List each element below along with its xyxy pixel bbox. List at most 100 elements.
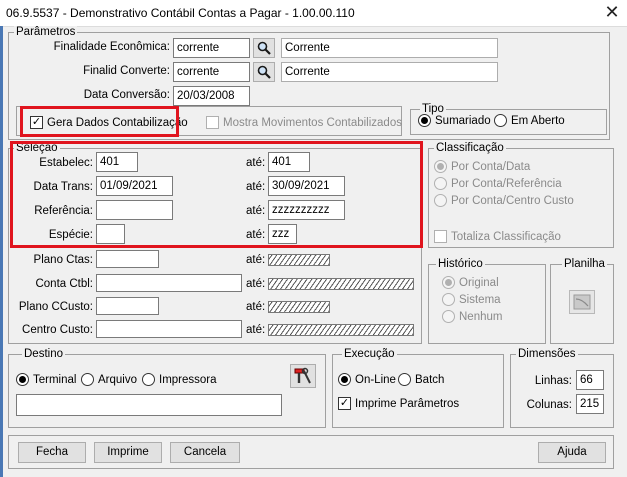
centro-custo-from-input[interactable] bbox=[96, 320, 242, 338]
plano-ccusto-label: Plano CCusto: bbox=[18, 301, 93, 313]
conta-ctbl-ate-label: até: bbox=[246, 278, 266, 290]
classificacao-option-label: Por Conta/Data bbox=[451, 160, 531, 173]
centro-custo-ate-label: até: bbox=[246, 324, 266, 336]
radio-icon bbox=[442, 310, 455, 323]
destino-option-impressora[interactable]: Impressora bbox=[142, 373, 217, 386]
finalidade-label: Finalidade Econômica: bbox=[53, 41, 170, 53]
tipo-option-sumariado[interactable]: Sumariado bbox=[418, 114, 491, 127]
plano-ctas-ate-label: até: bbox=[246, 254, 266, 266]
classificacao-option-label: Por Conta/Centro Custo bbox=[451, 194, 574, 207]
colunas-label: Colunas: bbox=[526, 399, 572, 411]
tipo-option-em-aberto[interactable]: Em Aberto bbox=[494, 114, 565, 127]
radio-icon bbox=[142, 373, 155, 386]
finalidade-input[interactable]: corrente bbox=[173, 38, 250, 58]
classificacao-option-conta-centro-custo[interactable]: Por Conta/Centro Custo bbox=[434, 194, 574, 207]
execucao-option-label: On-Line bbox=[355, 373, 396, 386]
plano-ccusto-from-input[interactable] bbox=[96, 297, 159, 315]
highlight-gera-dados bbox=[20, 106, 179, 137]
window-left-edge bbox=[0, 26, 3, 477]
plano-ccusto-to-masked[interactable] bbox=[268, 301, 330, 313]
window-title: 06.9.5537 - Demonstrativo Contábil Conta… bbox=[6, 6, 355, 20]
planilha-group-label: Planilha bbox=[562, 258, 607, 270]
tipo-option-label: Sumariado bbox=[435, 114, 491, 127]
radio-icon bbox=[434, 194, 447, 207]
radio-icon bbox=[442, 276, 455, 289]
imprime-parametros-check-icon: ✓ bbox=[338, 397, 351, 410]
historico-option-sistema[interactable]: Sistema bbox=[442, 293, 501, 306]
radio-icon bbox=[494, 114, 507, 127]
ajuda-button[interactable]: Ajuda bbox=[538, 442, 606, 463]
plano-ccusto-ate-label: até: bbox=[246, 301, 266, 313]
historico-option-original[interactable]: Original bbox=[442, 276, 499, 289]
radio-icon bbox=[398, 373, 411, 386]
classificacao-option-conta-referencia[interactable]: Por Conta/Referência bbox=[434, 177, 562, 190]
imprime-parametros-label: Imprime Parâmetros bbox=[355, 397, 460, 410]
tipo-option-label: Em Aberto bbox=[511, 114, 565, 127]
fecha-button[interactable]: Fecha bbox=[18, 442, 86, 463]
classificacao-option-conta-data[interactable]: Por Conta/Data bbox=[434, 160, 530, 173]
destino-option-label: Terminal bbox=[33, 373, 77, 386]
finalidade-search-button[interactable] bbox=[253, 38, 275, 58]
tools-icon bbox=[294, 367, 311, 384]
plano-ctas-to-masked[interactable] bbox=[268, 254, 330, 266]
destino-path-input[interactable] bbox=[16, 394, 282, 416]
finalidade-description: Corrente bbox=[281, 38, 498, 58]
historico-option-label: Nenhum bbox=[459, 310, 503, 323]
radio-icon bbox=[418, 114, 431, 127]
imprime-parametros-checkbox[interactable]: ✓ Imprime Parâmetros bbox=[338, 397, 459, 410]
planilha-button[interactable] bbox=[569, 290, 595, 314]
imprime-button[interactable]: Imprime bbox=[94, 442, 162, 463]
destino-group-label: Destino bbox=[22, 348, 65, 360]
linhas-input[interactable]: 66 bbox=[576, 370, 604, 390]
highlight-selecao bbox=[10, 141, 423, 248]
spreadsheet-icon bbox=[573, 294, 591, 310]
radio-icon bbox=[434, 160, 447, 173]
historico-group-label: Histórico bbox=[436, 258, 485, 270]
mostra-movimentos-check-icon bbox=[206, 116, 219, 129]
historico-option-label: Sistema bbox=[459, 293, 501, 306]
destino-option-label: Impressora bbox=[159, 373, 217, 386]
radio-icon bbox=[442, 293, 455, 306]
finalid-converte-input[interactable]: corrente bbox=[173, 62, 250, 82]
title-bar: 06.9.5537 - Demonstrativo Contábil Conta… bbox=[0, 0, 627, 26]
plano-ctas-from-input[interactable] bbox=[96, 250, 159, 268]
magnifier-icon bbox=[257, 41, 271, 55]
mostra-movimentos-checkbox[interactable]: Mostra Movimentos Contabilizados bbox=[206, 116, 402, 129]
destino-option-arquivo[interactable]: Arquivo bbox=[81, 373, 137, 386]
finalid-converte-label: Finalid Converte: bbox=[83, 65, 170, 77]
close-icon[interactable]: ✕ bbox=[602, 2, 622, 22]
conta-ctbl-from-input[interactable] bbox=[96, 274, 242, 292]
colunas-input[interactable]: 215 bbox=[576, 394, 604, 414]
finalid-converte-search-button[interactable] bbox=[253, 62, 275, 82]
dimensoes-group bbox=[510, 354, 614, 428]
historico-option-label: Original bbox=[459, 276, 499, 289]
radio-icon bbox=[338, 373, 351, 386]
execucao-option-batch[interactable]: Batch bbox=[398, 373, 444, 386]
radio-icon bbox=[81, 373, 94, 386]
historico-option-nenhum[interactable]: Nenhum bbox=[442, 310, 502, 323]
centro-custo-label: Centro Custo: bbox=[22, 324, 93, 336]
execucao-group bbox=[332, 354, 504, 428]
destino-config-button[interactable] bbox=[290, 364, 316, 388]
cancela-button[interactable]: Cancela bbox=[170, 442, 240, 463]
linhas-label: Linhas: bbox=[534, 375, 572, 387]
radio-icon bbox=[434, 177, 447, 190]
data-conversao-label: Data Conversão: bbox=[83, 89, 170, 101]
execucao-option-label: Batch bbox=[415, 373, 445, 386]
totaliza-classificacao-checkbox[interactable]: Totaliza Classificação bbox=[434, 230, 561, 243]
finalid-converte-description: Corrente bbox=[281, 62, 498, 82]
centro-custo-to-masked[interactable] bbox=[268, 324, 414, 336]
data-conversao-input[interactable]: 20/03/2008 bbox=[173, 86, 250, 106]
totaliza-check-icon bbox=[434, 230, 447, 243]
parametros-group-label: Parâmetros bbox=[14, 26, 78, 38]
conta-ctbl-label: Conta Ctbl: bbox=[35, 278, 93, 290]
classificacao-group-label: Classificação bbox=[434, 142, 506, 154]
execucao-option-online[interactable]: On-Line bbox=[338, 373, 396, 386]
dimensoes-group-label: Dimensões bbox=[516, 348, 578, 360]
totaliza-label: Totaliza Classificação bbox=[451, 230, 561, 243]
conta-ctbl-to-masked[interactable] bbox=[268, 278, 414, 290]
destino-option-terminal[interactable]: Terminal bbox=[16, 373, 76, 386]
plano-ctas-label: Plano Ctas: bbox=[33, 254, 93, 266]
classificacao-option-label: Por Conta/Referência bbox=[451, 177, 562, 190]
destino-group bbox=[8, 354, 326, 428]
